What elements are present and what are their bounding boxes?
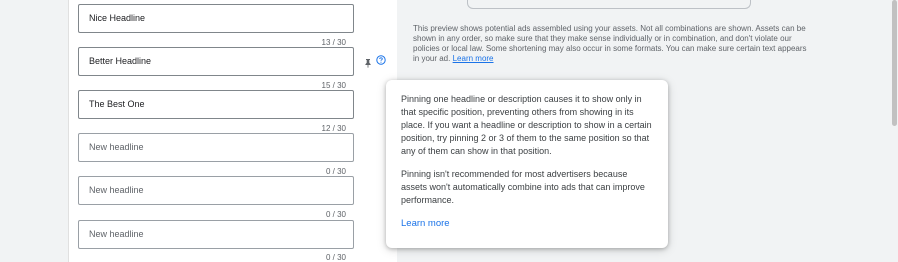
pinning-help-tooltip: Pinning one headline or description caus… (386, 80, 668, 248)
preview-disclaimer: This preview shows potential ads assembl… (413, 24, 813, 64)
headline-field-3[interactable]: The Best One (78, 90, 354, 119)
headline-field-4[interactable]: New headline (78, 133, 354, 162)
headline-placeholder: New headline (89, 142, 144, 152)
char-counter: 12 / 30 (321, 124, 346, 133)
headline-field-6[interactable]: New headline (78, 220, 354, 249)
char-counter: 15 / 30 (321, 81, 346, 90)
headline-field-2[interactable]: Better Headline (78, 47, 354, 76)
headline-text: Better Headline (89, 56, 152, 66)
pin-icon[interactable] (363, 55, 373, 68)
tooltip-paragraph-2: Pinning isn't recommended for most adver… (401, 169, 645, 205)
ad-preview-frame (467, 0, 751, 9)
char-counter: 0 / 30 (325, 210, 346, 219)
tooltip-learn-more-link[interactable]: Learn more (401, 218, 450, 229)
headline-text: The Best One (89, 99, 145, 109)
preview-learn-more-link[interactable]: Learn more (453, 54, 494, 63)
char-counter: 13 / 30 (321, 38, 346, 47)
headline-placeholder: New headline (89, 185, 144, 195)
headline-placeholder: New headline (89, 229, 144, 239)
char-counter: 0 / 30 (325, 253, 346, 262)
headline-field-5[interactable]: New headline (78, 176, 354, 205)
char-counter: 0 / 30 (325, 167, 346, 176)
page-scrollbar[interactable] (889, 0, 898, 262)
tooltip-paragraph-1: Pinning one headline or description caus… (401, 94, 652, 156)
headline-text: Nice Headline (89, 13, 146, 23)
scrollbar-thumb[interactable] (892, 0, 897, 126)
help-icon[interactable] (376, 52, 386, 65)
headline-field-1[interactable]: Nice Headline (78, 4, 354, 33)
